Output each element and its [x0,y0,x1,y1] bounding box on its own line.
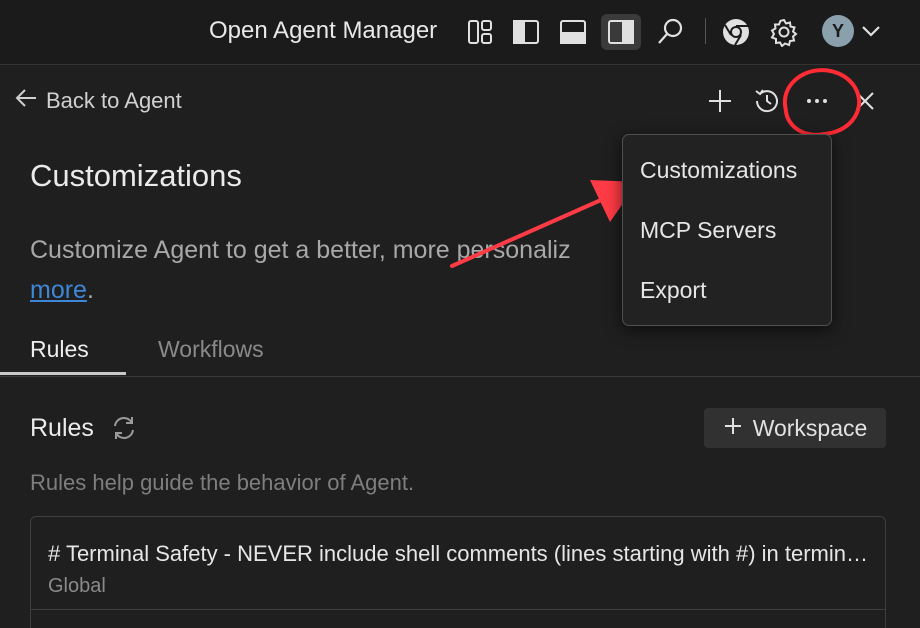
add-workspace-rule-button[interactable]: Workspace [704,408,886,448]
agent-manager-window: Open Agent Manager Y Back to Agent Custo… [0,0,920,628]
toolbar-separator [705,18,706,44]
menu-item-mcp-servers[interactable]: MCP Servers [640,217,776,244]
refresh-icon[interactable] [110,414,138,447]
arrow-left-icon [14,86,38,116]
annotation-circle [778,62,866,142]
active-tab-indicator [0,372,126,375]
sidebar-right-icon[interactable] [601,14,641,50]
menu-item-customizations[interactable]: Customizations [640,157,797,184]
page-title: Customizations [30,158,242,193]
sidebar-left-icon[interactable] [506,14,546,50]
plus-icon [723,415,743,442]
rules-section-title: Rules [30,414,94,442]
description-period: . [86,276,94,304]
gear-icon[interactable] [764,14,804,50]
more-options-menu: Customizations MCP Servers Export [622,134,832,326]
rules-section-description: Rules help guide the behavior of Agent. [30,470,415,495]
back-label: Back to Agent [46,88,182,113]
rule-scope: Global [48,575,106,597]
avatar[interactable]: Y [822,15,854,47]
rules-list: # Terminal Safety - NEVER include shell … [30,516,886,628]
app-title: Open Agent Manager [209,17,438,44]
layout-grid-icon[interactable] [460,14,500,50]
menu-item-export[interactable]: Export [640,277,706,304]
plus-icon[interactable] [703,84,737,118]
back-to-agent-link[interactable]: Back to Agent [14,86,182,116]
chevron-down-icon[interactable] [860,20,882,47]
history-icon[interactable] [750,84,784,118]
search-icon[interactable] [650,14,690,50]
tab-workflows[interactable]: Workflows [158,336,264,363]
tab-bar: Rules Workflows [0,322,920,377]
title-bar: Open Agent Manager Y [0,0,920,65]
panel-bottom-icon[interactable] [553,14,593,50]
learn-more-link[interactable]: more [30,276,87,304]
description-text: Customize Agent to get a better, more pe… [30,236,571,264]
tab-rules[interactable]: Rules [30,336,89,363]
chrome-icon[interactable] [716,14,756,50]
add-workspace-label: Workspace [752,414,868,441]
rule-title: # Terminal Safety - NEVER include shell … [48,541,874,566]
list-item[interactable]: # Terminal Safety - NEVER include shell … [31,517,885,610]
